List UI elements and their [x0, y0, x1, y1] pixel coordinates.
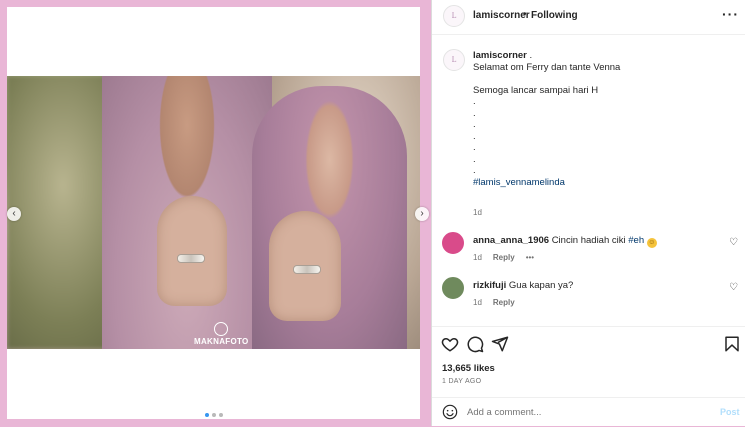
comment-username[interactable]: anna_anna_1906	[473, 235, 549, 246]
comment-body: Gua kapan ya?	[508, 280, 574, 291]
photo-watermark: MAKNAFOTO	[194, 322, 249, 346]
author-avatar[interactable]: L	[443, 5, 465, 27]
save-bookmark-icon[interactable]	[723, 335, 741, 353]
photo-ring-left	[177, 254, 205, 263]
carousel-dot	[219, 413, 223, 417]
caption-author-avatar[interactable]: L	[443, 49, 465, 71]
add-comment-bar: Post	[432, 397, 745, 427]
comment-text: rizkifuji Gua kapan ya?	[473, 280, 573, 291]
comment-more-options-icon[interactable]: •••	[526, 253, 534, 262]
post-header: L lamiscorner • Following ···	[432, 0, 745, 35]
commenter-avatar[interactable]	[442, 277, 464, 299]
lamis-logo-icon: L	[451, 12, 457, 20]
post-comment-button[interactable]: Post	[720, 407, 740, 417]
comment-bubble-icon[interactable]	[466, 335, 484, 353]
next-photo-button[interactable]: ›	[415, 207, 429, 221]
header-separator: •	[523, 9, 527, 20]
comment-body: Cincin hadiah ciki	[551, 235, 626, 246]
carousel-indicator	[205, 413, 223, 417]
watermark-logo-icon	[214, 322, 229, 336]
commenter-avatar[interactable]	[442, 232, 464, 254]
lamis-logo-icon: L	[451, 56, 457, 64]
previous-photo-button[interactable]: ‹	[7, 207, 21, 221]
post-photo[interactable]: MAKNAFOTO	[7, 76, 420, 349]
comment-like-heart-icon[interactable]: ♡	[729, 282, 738, 293]
watermark-text: MAKNAFOTO	[194, 337, 249, 346]
add-comment-input[interactable]	[467, 405, 697, 419]
carousel-dot-active	[205, 413, 209, 417]
post-side-panel: L lamiscorner • Following ··· L lamiscor…	[431, 0, 745, 426]
reply-button[interactable]: Reply	[493, 253, 515, 262]
comment-meta: 1d Reply	[473, 298, 515, 307]
reply-button[interactable]: Reply	[493, 298, 515, 307]
caption-body: Selamat om Ferry dan tante Venna Semoga …	[473, 61, 621, 177]
photo-hand-left	[157, 196, 227, 306]
more-options-icon[interactable]: ···	[722, 6, 739, 22]
chevron-left-icon: ‹	[12, 208, 16, 219]
comment-meta: 1d Reply •••	[473, 253, 534, 262]
share-paper-plane-icon[interactable]	[491, 335, 509, 353]
author-username[interactable]: lamiscorner	[473, 10, 530, 21]
caption-text: lamiscorner . Selamat om Ferry dan tante…	[473, 50, 621, 188]
emoji-smile-icon[interactable]	[442, 404, 458, 420]
post-actions: 13,665 likes 1 DAY AGO	[432, 326, 745, 397]
carousel-dot	[212, 413, 216, 417]
caption-timestamp[interactable]: 1d	[473, 208, 482, 217]
comment-like-heart-icon[interactable]: ♡	[729, 237, 738, 248]
post-date[interactable]: 1 DAY AGO	[442, 378, 481, 385]
following-button[interactable]: Following	[531, 10, 578, 21]
comment-timestamp[interactable]: 1d	[473, 298, 482, 307]
caption-hashtag[interactable]: #lamis_vennamelinda	[473, 177, 565, 188]
comment-username[interactable]: rizkifuji	[473, 280, 506, 291]
like-heart-icon[interactable]	[441, 335, 459, 353]
comment-hashtag[interactable]: #eh	[628, 235, 644, 246]
photo-ring-right	[293, 265, 321, 274]
comment-text: anna_anna_1906 Cincin hadiah ciki #eh ☺	[473, 235, 657, 248]
chevron-right-icon: ›	[420, 208, 424, 219]
likes-count[interactable]: 13,665 likes	[442, 363, 495, 374]
grimace-emoji-icon: ☺	[646, 238, 657, 248]
caption-username[interactable]: lamiscorner	[473, 50, 527, 61]
comment-timestamp[interactable]: 1d	[473, 253, 482, 262]
post-media-area: MAKNAFOTO ‹ ›	[7, 7, 429, 419]
